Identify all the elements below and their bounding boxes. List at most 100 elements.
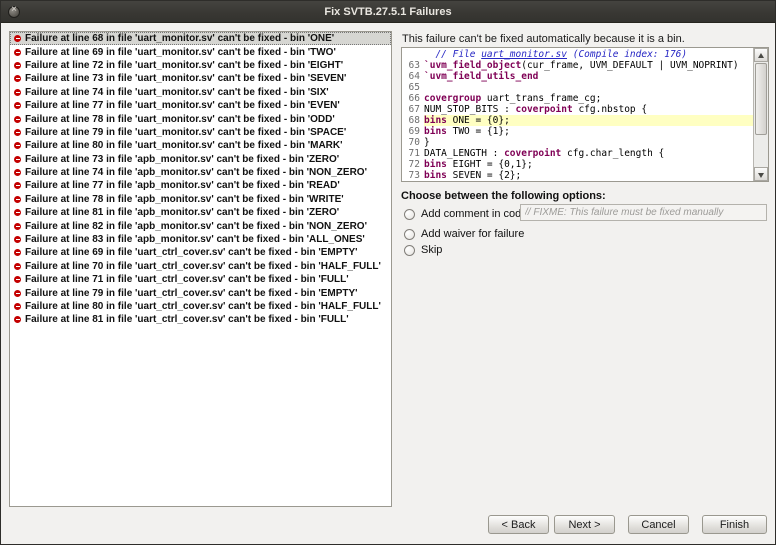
next-button[interactable]: Next >: [554, 515, 615, 534]
option-add-comment[interactable]: Add comment in code: [404, 207, 527, 221]
failure-list-item[interactable]: Failure at line 83 in file 'apb_monitor.…: [10, 233, 391, 246]
failure-list-item[interactable]: Failure at line 70 in file 'uart_ctrl_co…: [10, 260, 391, 273]
error-icon: [14, 35, 21, 43]
failure-text: Failure at line 70 in file 'uart_ctrl_co…: [25, 260, 381, 272]
error-icon: [14, 115, 21, 123]
failure-list-item[interactable]: Failure at line 77 in file 'uart_monitor…: [10, 99, 391, 112]
error-icon: [14, 61, 21, 69]
failure-list-item[interactable]: Failure at line 74 in file 'apb_monitor.…: [10, 166, 391, 179]
error-icon: [14, 102, 21, 110]
code-line: 69 bins TWO = {1};: [402, 126, 753, 137]
fix-failures-dialog: Fix SVTB.27.5.1 Failures Failure at line…: [0, 0, 776, 545]
failure-list-item[interactable]: Failure at line 74 in file 'uart_monitor…: [10, 86, 391, 99]
failure-text: Failure at line 74 in file 'apb_monitor.…: [25, 167, 367, 179]
finish-button[interactable]: Finish: [702, 515, 767, 534]
failure-text: Failure at line 74 in file 'uart_monitor…: [25, 86, 329, 98]
failure-text: Failure at line 80 in file 'uart_monitor…: [25, 140, 343, 152]
failure-text: Failure at line 80 in file 'uart_ctrl_co…: [25, 301, 381, 312]
scroll-up-icon[interactable]: [754, 48, 768, 62]
failure-list-item[interactable]: Failure at line 80 in file 'uart_ctrl_co…: [10, 300, 391, 313]
error-icon: [14, 316, 21, 324]
scrollbar-thumb[interactable]: [755, 63, 767, 135]
line-number: 69: [408, 126, 420, 137]
option-add-waiver[interactable]: Add waiver for failure: [404, 227, 524, 241]
line-number: 73: [408, 170, 420, 181]
failure-text: Failure at line 73 in file 'apb_monitor.…: [25, 153, 340, 165]
failure-list[interactable]: Failure at line 68 in file 'uart_monitor…: [9, 31, 392, 507]
error-icon: [14, 249, 21, 257]
failure-text: Failure at line 72 in file 'uart_monitor…: [25, 59, 344, 71]
error-icon: [14, 222, 21, 230]
failure-list-item[interactable]: Failure at line 80 in file 'uart_monitor…: [10, 139, 391, 152]
fixme-comment-input: [520, 204, 767, 221]
failure-list-item[interactable]: Failure at line 82 in file 'apb_monitor.…: [10, 219, 391, 232]
code-line: 68 bins ONE = {0};: [402, 115, 753, 126]
error-icon: [14, 182, 21, 190]
line-number: [402, 49, 424, 60]
file-link[interactable]: uart_monitor.sv: [481, 49, 567, 60]
error-icon: [14, 236, 21, 244]
code-viewer: // File uart_monitor.sv (Compile index: …: [401, 47, 769, 182]
failure-list-item[interactable]: Failure at line 68 in file 'uart_monitor…: [10, 32, 391, 46]
error-icon: [14, 88, 21, 96]
error-icon: [14, 155, 21, 163]
radio-skip[interactable]: [404, 244, 415, 256]
failure-list-item[interactable]: Failure at line 78 in file 'uart_monitor…: [10, 112, 391, 125]
failure-text: Failure at line 69 in file 'uart_monitor…: [25, 46, 336, 58]
line-number: 63: [408, 60, 420, 71]
failure-list-item[interactable]: Failure at line 77 in file 'apb_monitor.…: [10, 179, 391, 192]
code-line: 64 `uvm_field_utils_end: [402, 71, 753, 82]
code-lines: // File uart_monitor.sv (Compile index: …: [402, 49, 753, 181]
window-title: Fix SVTB.27.5.1 Failures: [324, 6, 452, 18]
scroll-down-icon[interactable]: [754, 167, 768, 181]
failure-list-item[interactable]: Failure at line 72 in file 'uart_monitor…: [10, 59, 391, 72]
options-label: Choose between the following options:: [401, 190, 606, 202]
failure-list-item[interactable]: Failure at line 69 in file 'uart_ctrl_co…: [10, 246, 391, 259]
failure-text: Failure at line 83 in file 'apb_monitor.…: [25, 234, 365, 246]
radio-add-waiver[interactable]: [404, 228, 415, 240]
failure-text: Failure at line 81 in file 'uart_ctrl_co…: [25, 314, 349, 326]
option-skip[interactable]: Skip: [404, 243, 442, 257]
error-icon: [14, 209, 21, 217]
failure-text: Failure at line 79 in file 'uart_monitor…: [25, 126, 347, 138]
failure-list-item[interactable]: Failure at line 78 in file 'apb_monitor.…: [10, 193, 391, 206]
failure-text: Failure at line 68 in file 'uart_monitor…: [25, 33, 335, 45]
failure-list-item[interactable]: Failure at line 69 in file 'uart_monitor…: [10, 45, 391, 58]
error-icon: [14, 128, 21, 136]
option-add-waiver-label: Add waiver for failure: [421, 228, 525, 240]
failure-list-item[interactable]: Failure at line 81 in file 'uart_ctrl_co…: [10, 313, 391, 326]
failure-list-item[interactable]: Failure at line 81 in file 'apb_monitor.…: [10, 206, 391, 219]
failure-text: Failure at line 73 in file 'uart_monitor…: [25, 73, 347, 85]
error-icon: [14, 169, 21, 177]
failure-text: Failure at line 81 in file 'apb_monitor.…: [25, 207, 340, 219]
code-line: 73 bins SEVEN = {2};: [402, 170, 753, 181]
failure-list-item[interactable]: Failure at line 73 in file 'uart_monitor…: [10, 72, 391, 85]
error-icon: [14, 262, 21, 270]
failure-text: Failure at line 71 in file 'uart_ctrl_co…: [25, 274, 349, 286]
cancel-button[interactable]: Cancel: [628, 515, 689, 534]
error-icon: [14, 48, 21, 56]
title-bar: Fix SVTB.27.5.1 Failures: [1, 1, 775, 23]
failure-list-item[interactable]: Failure at line 79 in file 'uart_monitor…: [10, 126, 391, 139]
error-icon: [14, 75, 21, 83]
failure-text: Failure at line 77 in file 'apb_monitor.…: [25, 180, 340, 192]
code-line: 72 bins EIGHT = {0,1};: [402, 159, 753, 170]
code-line: 67 NUM_STOP_BITS : coverpoint cfg.nbstop …: [402, 104, 753, 115]
failure-text: Failure at line 79 in file 'uart_ctrl_co…: [25, 287, 358, 299]
back-button[interactable]: < Back: [488, 515, 549, 534]
failure-text: Failure at line 82 in file 'apb_monitor.…: [25, 220, 367, 232]
failure-text: Failure at line 69 in file 'uart_ctrl_co…: [25, 247, 358, 259]
line-number: 68: [408, 115, 420, 126]
code-vertical-scrollbar[interactable]: [753, 48, 768, 181]
failure-list-item[interactable]: Failure at line 73 in file 'apb_monitor.…: [10, 153, 391, 166]
radio-add-comment[interactable]: [404, 208, 415, 220]
error-icon: [14, 303, 21, 310]
line-number: 72: [408, 159, 420, 170]
line-number: 71: [408, 148, 420, 159]
failure-text: Failure at line 77 in file 'uart_monitor…: [25, 100, 340, 112]
failure-list-item[interactable]: Failure at line 79 in file 'uart_ctrl_co…: [10, 286, 391, 299]
failure-message: This failure can't be fixed automaticall…: [402, 33, 685, 45]
line-number: 65: [408, 82, 420, 93]
failure-list-item[interactable]: Failure at line 71 in file 'uart_ctrl_co…: [10, 273, 391, 286]
option-skip-label: Skip: [421, 244, 443, 256]
